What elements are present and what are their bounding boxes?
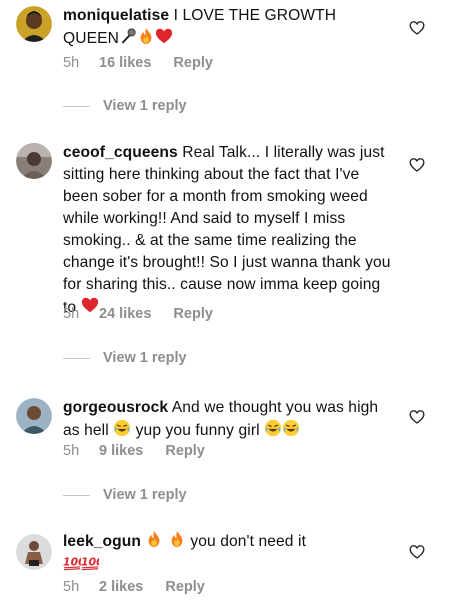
hundred-icon: [63, 553, 81, 571]
reply-button[interactable]: Reply: [173, 306, 213, 322]
microphone-icon: [119, 27, 137, 45]
timestamp: 5h: [63, 306, 80, 322]
comment-text: ceoof_cqueens Real Talk... I literally w…: [63, 142, 393, 319]
like-heart-icon[interactable]: [409, 544, 425, 560]
username[interactable]: moniquelatise: [63, 7, 169, 24]
view-replies-label: View 1 reply: [103, 350, 187, 366]
fire-icon: [145, 530, 163, 548]
comment-text: gorgeousrock And we thought you was high…: [63, 397, 393, 442]
comment-text: leek_ogun you don't need it: [63, 530, 393, 576]
reply-button[interactable]: Reply: [165, 579, 205, 595]
laughing-crying-icon: [113, 419, 131, 437]
username[interactable]: leek_ogun: [63, 533, 141, 550]
comment-body: Real Talk... I literally was just sittin…: [63, 144, 391, 316]
divider: [63, 357, 90, 359]
fire-icon: [137, 27, 155, 45]
comment-body-continued: yup you funny girl: [135, 422, 260, 439]
like-heart-icon[interactable]: [409, 409, 425, 425]
view-replies-button[interactable]: View 1 reply: [63, 350, 187, 366]
laughing-crying-icon: [282, 419, 300, 437]
like-count[interactable]: 9 likes: [99, 443, 143, 459]
hundred-icon: [81, 553, 99, 571]
timestamp: 5h: [63, 55, 80, 71]
avatar[interactable]: [16, 534, 52, 570]
fire-icon: [168, 530, 186, 548]
comment-text: moniquelatise I LOVE THE GROWTH QUEEN: [63, 5, 393, 50]
comment-meta: 5h 9 likes Reply: [63, 443, 205, 459]
reply-button[interactable]: Reply: [165, 443, 205, 459]
heart-icon: [155, 27, 173, 45]
divider: [63, 494, 90, 496]
reply-button[interactable]: Reply: [173, 55, 213, 71]
avatar[interactable]: [16, 6, 52, 42]
like-count[interactable]: 24 likes: [99, 306, 151, 322]
view-replies-button[interactable]: View 1 reply: [63, 487, 187, 503]
like-count[interactable]: 16 likes: [99, 55, 151, 71]
avatar[interactable]: [16, 398, 52, 434]
timestamp: 5h: [63, 579, 80, 595]
username[interactable]: ceoof_cqueens: [63, 144, 178, 161]
like-count[interactable]: 2 likes: [99, 579, 143, 595]
view-replies-label: View 1 reply: [103, 487, 187, 503]
laughing-crying-icon: [264, 419, 282, 437]
view-replies-button[interactable]: View 1 reply: [63, 98, 187, 114]
view-replies-label: View 1 reply: [103, 98, 187, 114]
username[interactable]: gorgeousrock: [63, 399, 168, 416]
like-heart-icon[interactable]: [409, 20, 425, 36]
comment-meta: 5h 16 likes Reply: [63, 55, 213, 71]
comment-meta: 5h 2 likes Reply: [63, 579, 205, 595]
comment-meta: 5h 24 likes Reply: [63, 306, 213, 322]
timestamp: 5h: [63, 443, 80, 459]
comment-body: you don't need it: [190, 533, 306, 550]
divider: [63, 105, 90, 107]
avatar[interactable]: [16, 143, 52, 179]
like-heart-icon[interactable]: [409, 157, 425, 173]
